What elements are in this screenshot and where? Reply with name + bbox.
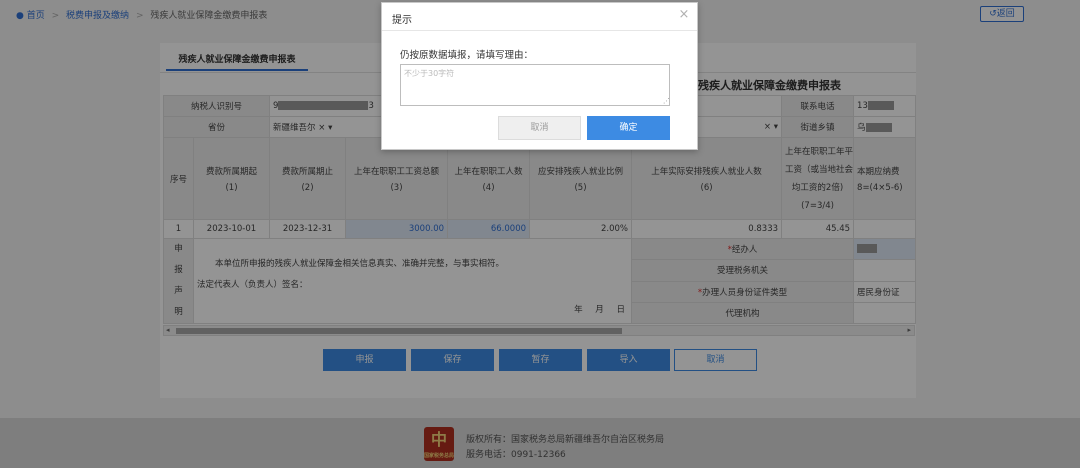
reason-prompt: 仍按原数据填报，请填写理由： bbox=[400, 50, 534, 61]
reason-dialog: 提示 × 仍按原数据填报，请填写理由： ⋰ 取消 确定 bbox=[381, 2, 698, 150]
dialog-header: 提示 × bbox=[382, 3, 697, 31]
dialog-title: 提示 bbox=[392, 15, 412, 26]
resize-grip-icon[interactable]: ⋰ bbox=[663, 98, 670, 105]
dialog-confirm-button[interactable]: 确定 bbox=[587, 116, 670, 140]
reason-input[interactable] bbox=[400, 64, 670, 106]
dialog-cancel-button[interactable]: 取消 bbox=[498, 116, 581, 140]
close-icon[interactable]: × bbox=[677, 8, 691, 22]
